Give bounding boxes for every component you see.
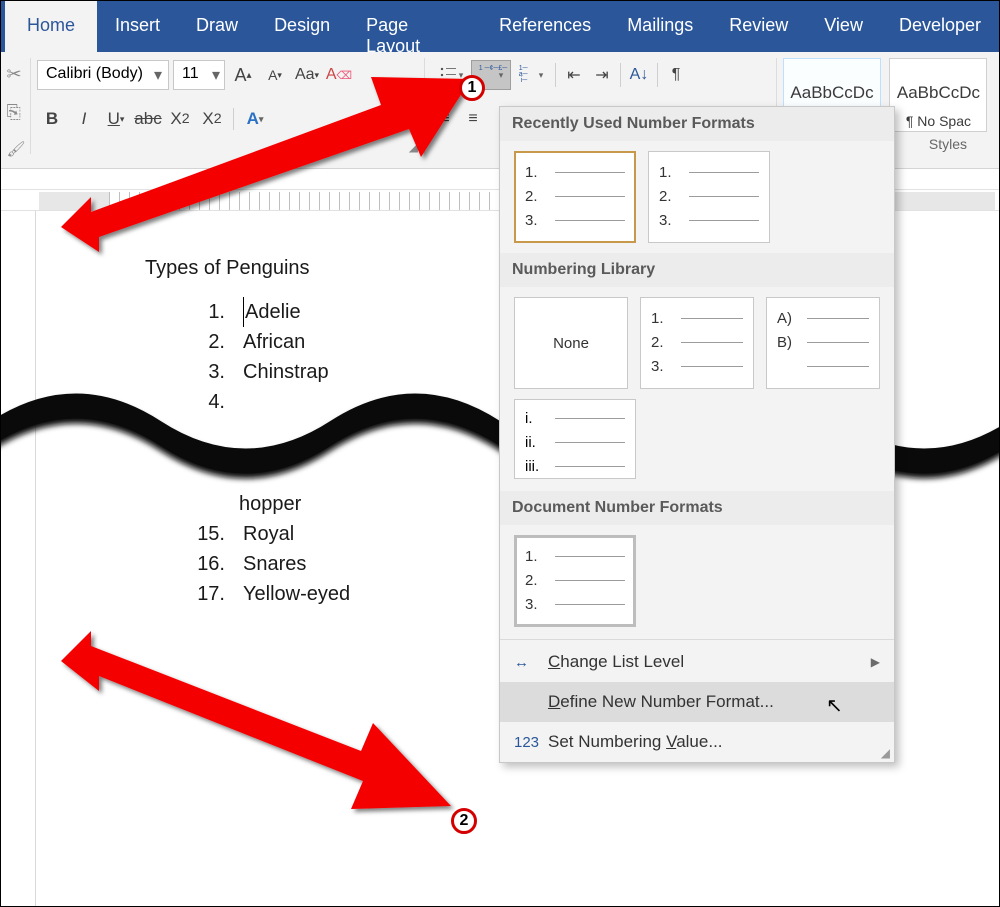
font-name-combo[interactable]: Calibri (Body) — [37, 60, 169, 90]
shrink-font-icon[interactable]: A▾ — [261, 61, 289, 89]
increase-indent-button[interactable]: ⇥ — [588, 61, 616, 89]
number-format-swatch[interactable]: 1. 2. 3. — [648, 151, 770, 243]
panel-header-library: Numbering Library — [500, 253, 894, 287]
styles-group-label: Styles — [929, 136, 967, 152]
style-nospace[interactable]: AaBbCcDc ¶ No Spac — [889, 58, 987, 132]
list-item: 1.Adelie — [195, 297, 329, 327]
style-sample: AaBbCcDc — [890, 83, 986, 103]
list-item: 16.Snares — [195, 549, 350, 579]
list-item: 3.Chinstrap — [195, 357, 329, 387]
menu-set-numbering-value[interactable]: 123 Set Numbering Value... — [500, 722, 894, 762]
panel-resize-grip[interactable]: ◢ — [881, 746, 890, 760]
format-painter-icon[interactable] — [7, 140, 27, 160]
list-item: hopper — [239, 489, 350, 519]
italic-button[interactable]: I — [69, 105, 99, 133]
style-nospace-label: ¶ No Spac — [890, 113, 986, 129]
change-case-icon[interactable]: Aa▾ — [293, 61, 321, 89]
annotation-badge-1: 1 — [459, 75, 485, 101]
menu-label: Change List Level — [548, 652, 684, 672]
style-sample: AaBbCcDc — [784, 83, 880, 103]
decrease-indent-button[interactable]: ⇤ — [560, 61, 588, 89]
number-format-swatch[interactable]: 1. 2. 3. — [640, 297, 754, 389]
strikethrough-button[interactable]: abc — [133, 105, 163, 133]
grow-font-icon[interactable]: A▴ — [229, 61, 257, 89]
set-value-icon: 123 — [514, 734, 534, 751]
sort-button[interactable]: A↓ — [625, 61, 653, 89]
font-size-combo[interactable]: 11 — [173, 60, 225, 90]
numbered-list-bottom: hopper 15.Royal 16.Snares 17.Yellow-eyed — [195, 489, 350, 609]
tab-page-layout[interactable]: Page Layout — [348, 1, 481, 52]
bold-button[interactable]: B — [37, 105, 67, 133]
multilevel-button[interactable]: ▾ — [511, 60, 551, 90]
panel-header-docformats: Document Number Formats — [500, 491, 894, 525]
menu-label: Define New Number Format... — [548, 692, 774, 712]
tab-home[interactable]: Home — [5, 1, 97, 52]
doc-heading: Types of Penguins — [145, 257, 310, 280]
menu-define-new-format[interactable]: Define New Number Format... — [500, 682, 894, 722]
number-format-swatch[interactable]: 1. 2. 3. — [514, 151, 636, 243]
tab-insert[interactable]: Insert — [97, 1, 178, 52]
number-format-none[interactable]: None — [514, 297, 628, 389]
cut-icon[interactable] — [7, 64, 27, 84]
menu-label: Set Numbering Value... — [548, 732, 723, 752]
numbering-dropdown-panel: Recently Used Number Formats 1. 2. 3. 1.… — [499, 106, 895, 763]
panel-header-recent: Recently Used Number Formats — [500, 107, 894, 141]
submenu-arrow-icon: ▶ — [871, 655, 880, 669]
menu-change-list-level[interactable]: ↔ Change List Level ▶ — [500, 642, 894, 682]
tab-references[interactable]: References — [481, 1, 609, 52]
align-center-button[interactable]: ≡ — [459, 105, 487, 133]
subscript-button[interactable]: X2 — [165, 105, 195, 133]
bullets-icon — [439, 66, 457, 84]
torn-text: hopper — [239, 489, 301, 519]
annotation-badge-2: 2 — [451, 808, 477, 834]
list-item: 17.Yellow-eyed — [195, 579, 350, 609]
tab-mailings[interactable]: Mailings — [609, 1, 711, 52]
numbered-list-top: 1.Adelie 2.African 3.Chinstrap 4. — [195, 297, 329, 417]
tab-review[interactable]: Review — [711, 1, 806, 52]
tab-view[interactable]: View — [806, 1, 881, 52]
align-left-button[interactable]: ≡ — [431, 105, 459, 133]
show-marks-button[interactable]: ¶ — [662, 61, 690, 89]
clipboard-group — [3, 58, 31, 154]
clear-format-icon[interactable]: A⌫ — [325, 61, 353, 89]
number-format-swatch[interactable]: i. ii. iii. — [514, 399, 636, 479]
number-format-swatch[interactable]: 1. 2. 3. — [514, 535, 636, 627]
tab-developer[interactable]: Developer — [881, 1, 999, 52]
number-format-swatch[interactable]: A) B) — [766, 297, 880, 389]
underline-button[interactable]: U▾ — [101, 105, 131, 133]
tab-draw[interactable]: Draw — [178, 1, 256, 52]
ribbon-tab-strip: Home Insert Draw Design Page Layout Refe… — [1, 1, 999, 52]
list-item: 15.Royal — [195, 519, 350, 549]
font-group-launcher[interactable]: ◢ — [409, 140, 418, 154]
change-level-icon: ↔ — [514, 654, 534, 671]
font-group: Calibri (Body) 11 A▴ A▾ Aa▾ A⌫ B I U▾ ab… — [37, 58, 425, 154]
superscript-button[interactable]: X2 — [197, 105, 227, 133]
list-item: 2.African — [195, 327, 329, 357]
text-effects-button[interactable]: A▾ — [240, 105, 270, 133]
tab-design[interactable]: Design — [256, 1, 348, 52]
multilevel-icon — [519, 66, 537, 84]
list-item: 4. — [195, 387, 329, 417]
copy-icon[interactable] — [7, 102, 27, 122]
